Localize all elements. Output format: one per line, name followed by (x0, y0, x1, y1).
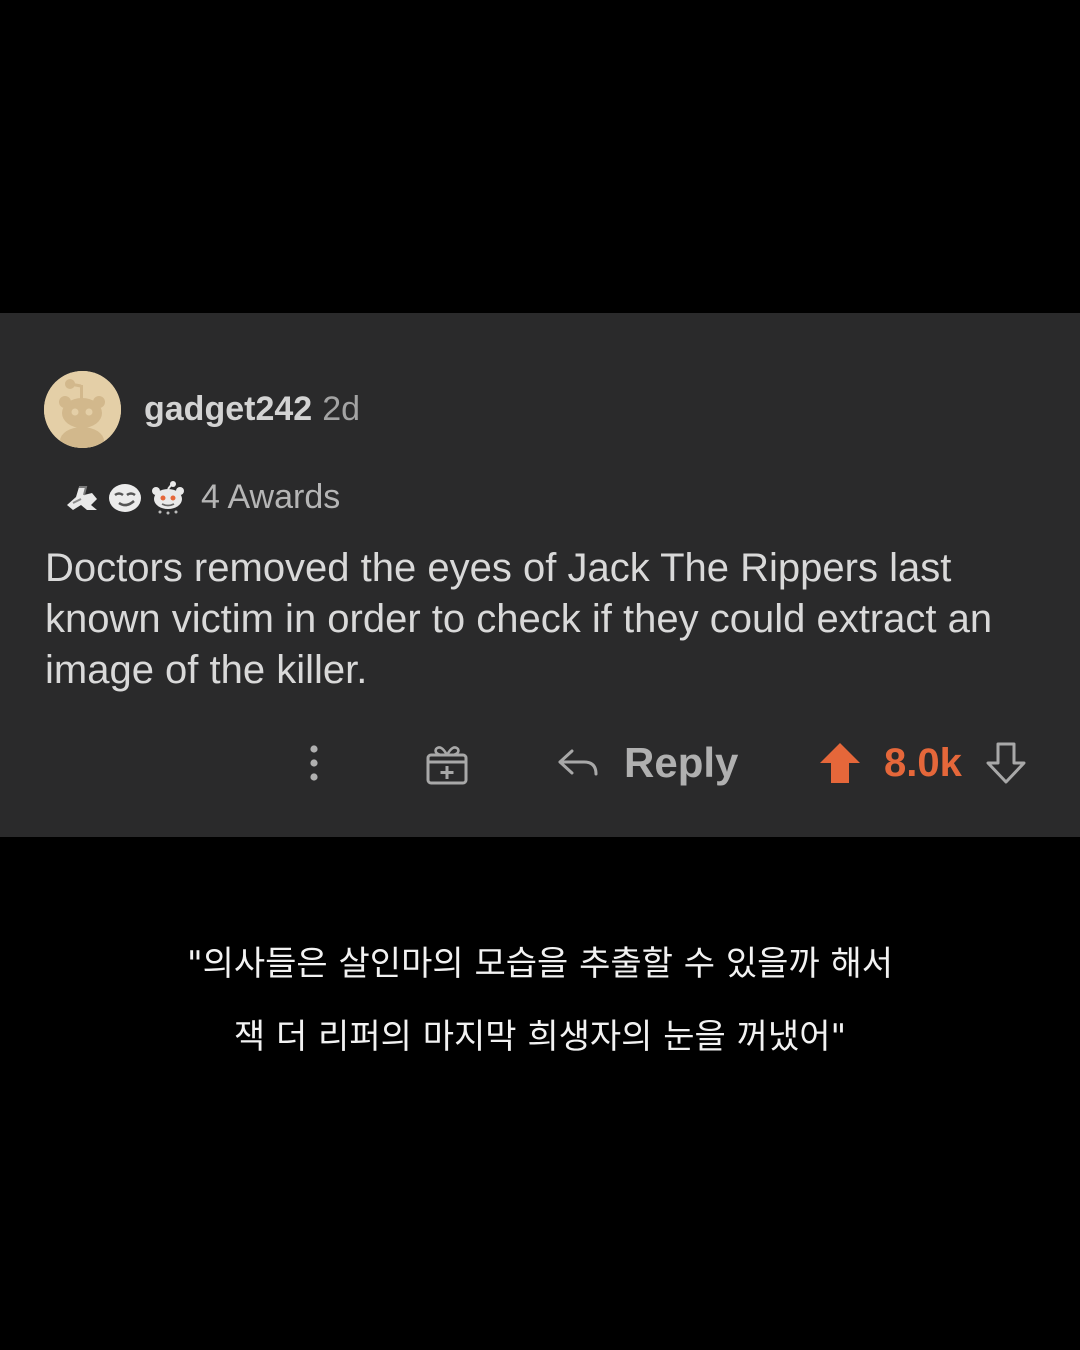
downvote-button[interactable] (984, 740, 1028, 786)
more-vertical-icon (310, 745, 318, 781)
comment-age: 2d (322, 390, 361, 428)
awards-row[interactable]: 4 Awards (64, 469, 340, 525)
snoo-avatar-icon (44, 371, 121, 448)
smirk-award-icon (107, 479, 143, 515)
upvote-button[interactable] (818, 740, 862, 786)
reply-arrow-icon (558, 749, 598, 776)
reply-button[interactable]: Reply (556, 731, 738, 795)
caption-line-1: "의사들은 살인마의 모습을 추출할 수 있을까 해서 (186, 944, 894, 984)
vote-controls: 8.0k (818, 731, 1028, 795)
arm-wrestling-award-icon (64, 479, 100, 515)
vote-score: 8.0k (884, 740, 962, 785)
give-award-button[interactable] (424, 741, 470, 787)
comment-card: gadget242 2d 4 Awards Doctors removed th… (0, 313, 1080, 837)
user-avatar[interactable] (44, 371, 121, 448)
username-link[interactable]: gadget242 (144, 390, 312, 428)
awards-count: 4 Awards (201, 477, 341, 516)
gift-icon (426, 746, 468, 785)
downvote-arrow-icon (986, 742, 1026, 784)
comment-body: Doctors removed the eyes of Jack The Rip… (45, 546, 993, 692)
upvote-arrow-icon (820, 743, 860, 783)
more-options-button[interactable] (296, 741, 332, 785)
snoo-award-icon (150, 479, 186, 515)
reply-label: Reply (624, 739, 739, 786)
comment-header: gadget242 2d (144, 385, 360, 433)
caption-line-2: 잭 더 리퍼의 마지막 희생자의 눈을 꺼냈어" (233, 1017, 847, 1057)
comment-action-bar: Reply 8.0k (0, 731, 1080, 795)
